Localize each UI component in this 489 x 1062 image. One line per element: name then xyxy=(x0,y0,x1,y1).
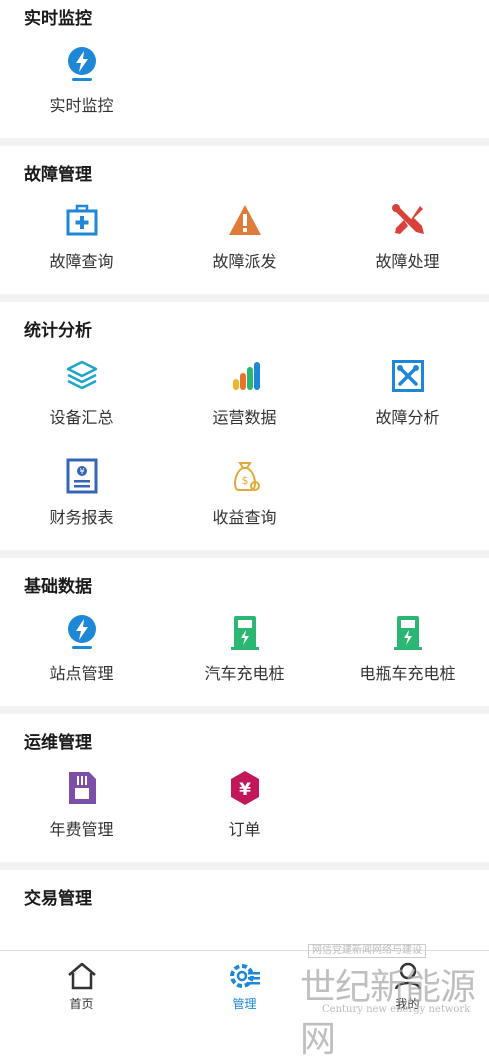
menu-item-label: 运营数据 xyxy=(212,408,277,427)
menu-item-device-summary[interactable]: 设备汇总 xyxy=(0,350,163,450)
menu-item-label: 实时监控 xyxy=(49,96,114,115)
section-ops-management: 运维管理 年费管理 ¥ 订单 xyxy=(0,724,489,862)
menu-item-finance-report[interactable]: ¥ 财务报表 xyxy=(0,450,163,550)
tab-mine[interactable]: 我的 xyxy=(326,951,489,1019)
menu-item-realtime-monitor[interactable]: 实时监控 xyxy=(0,38,163,138)
lightning-pin-icon xyxy=(64,46,100,82)
bottom-tab-bar: 首页 管理 我的 xyxy=(0,950,489,1019)
divider xyxy=(0,862,489,870)
finance-report-icon: ¥ xyxy=(64,458,100,494)
menu-item-annual-fee[interactable]: 年费管理 xyxy=(0,762,163,862)
menu-item-label: 财务报表 xyxy=(49,508,114,527)
menu-item-label: 设备汇总 xyxy=(49,408,114,427)
user-icon xyxy=(391,959,425,993)
bar-chart-icon xyxy=(227,358,263,394)
menu-item-label: 电瓶车充电桩 xyxy=(359,664,456,683)
wrench-box-icon xyxy=(390,358,426,394)
section-statistics: 统计分析 设备汇总 运营数据 故障分析 ¥ 财务报表 $ 收益查询 xyxy=(0,312,489,550)
tools-icon xyxy=(390,202,426,238)
yuan-badge-icon: ¥ xyxy=(227,770,263,806)
menu-item-fault-handle[interactable]: 故障处理 xyxy=(326,194,489,294)
layers-icon xyxy=(64,358,100,394)
divider xyxy=(0,550,489,558)
menu-item-label: 年费管理 xyxy=(49,820,114,839)
home-icon xyxy=(65,959,99,993)
section-title: 交易管理 xyxy=(24,889,92,909)
menu-item-label: 收益查询 xyxy=(212,508,277,527)
menu-item-revenue-query[interactable]: $ 收益查询 xyxy=(163,450,326,550)
tab-home[interactable]: 首页 xyxy=(0,951,163,1019)
svg-text:¥: ¥ xyxy=(79,467,84,476)
menu-item-car-charging-pile[interactable]: 汽车充电桩 xyxy=(163,606,326,706)
money-bag-icon: $ xyxy=(227,458,263,494)
lightning-pin-icon xyxy=(64,614,100,650)
tab-manage[interactable]: 管理 xyxy=(163,951,326,1019)
menu-item-fault-dispatch[interactable]: 故障派发 xyxy=(163,194,326,294)
tab-label: 首页 xyxy=(69,996,94,1011)
section-fault-management: 故障管理 故障查询 故障派发 故障处理 xyxy=(0,156,489,294)
section-realtime-monitor: 实时监控 实时监控 xyxy=(0,0,489,138)
section-title: 基础数据 xyxy=(24,577,92,597)
sim-card-icon xyxy=(64,770,100,806)
gear-list-icon xyxy=(228,959,262,993)
menu-item-label: 订单 xyxy=(228,820,261,839)
menu-item-label: 故障分析 xyxy=(375,408,440,427)
divider xyxy=(0,138,489,146)
svg-text:$: $ xyxy=(241,474,248,487)
menu-item-label: 站点管理 xyxy=(49,664,114,683)
tab-label: 我的 xyxy=(395,996,420,1011)
menu-item-fault-query[interactable]: 故障查询 xyxy=(0,194,163,294)
charging-pile-icon xyxy=(390,614,426,650)
menu-item-order[interactable]: ¥ 订单 xyxy=(163,762,326,862)
menu-item-operation-data[interactable]: 运营数据 xyxy=(163,350,326,450)
divider xyxy=(0,294,489,302)
menu-item-label: 汽车充电桩 xyxy=(204,664,285,683)
menu-item-label: 故障处理 xyxy=(375,252,440,271)
tab-label: 管理 xyxy=(232,996,257,1011)
menu-item-label: 故障派发 xyxy=(212,252,277,271)
divider xyxy=(0,706,489,714)
section-base-data: 基础数据 站点管理 汽车充电桩 电瓶车充电桩 xyxy=(0,568,489,706)
section-title: 故障管理 xyxy=(24,165,92,185)
section-title: 运维管理 xyxy=(24,733,92,753)
menu-item-label: 故障查询 xyxy=(49,252,114,271)
charging-pile-icon xyxy=(227,614,263,650)
section-title: 统计分析 xyxy=(24,321,92,341)
section-trade-management: 交易管理 xyxy=(0,880,489,918)
menu-item-site-management[interactable]: 站点管理 xyxy=(0,606,163,706)
svg-text:¥: ¥ xyxy=(239,780,251,800)
menu-item-fault-analysis[interactable]: 故障分析 xyxy=(326,350,489,450)
section-title: 实时监控 xyxy=(24,9,92,29)
first-aid-kit-icon xyxy=(64,202,100,238)
menu-item-ebike-charging-pile[interactable]: 电瓶车充电桩 xyxy=(326,606,489,706)
warning-triangle-icon xyxy=(227,202,263,238)
